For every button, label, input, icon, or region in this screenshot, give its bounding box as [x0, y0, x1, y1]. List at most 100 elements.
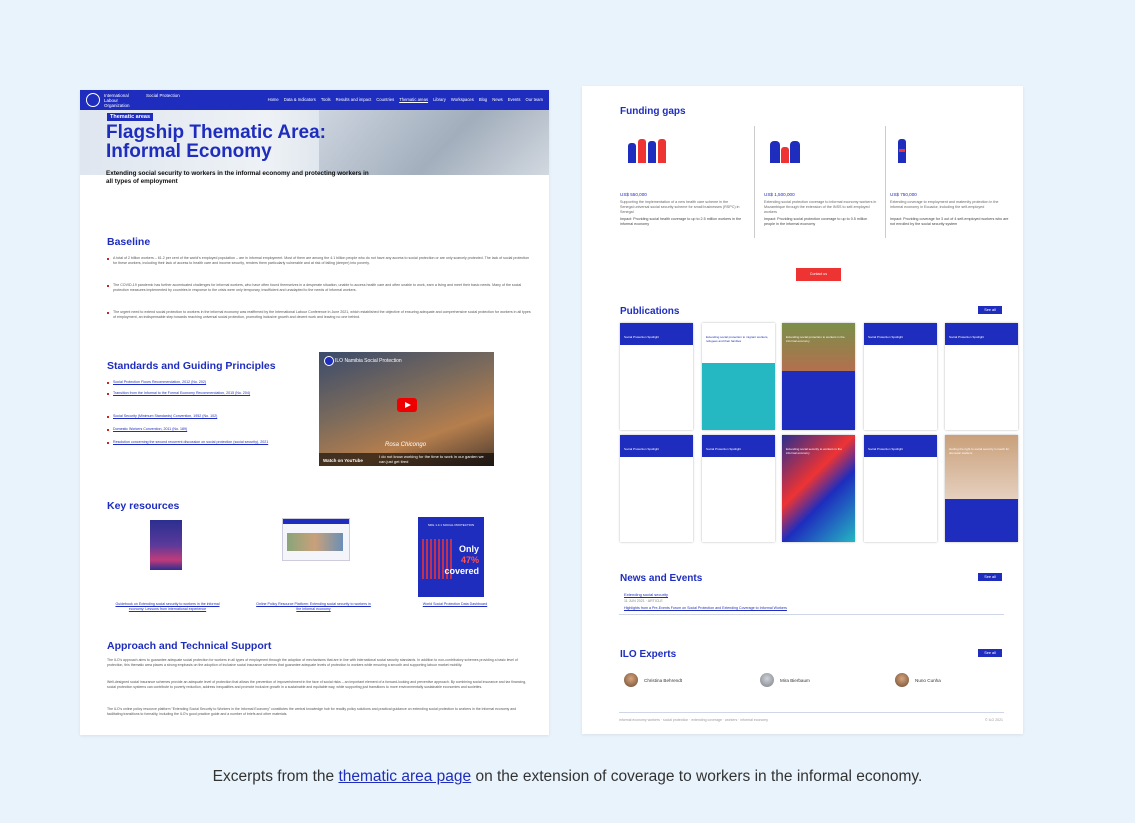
publication-title: Social Protection Spotlight [949, 335, 985, 339]
news-item-title[interactable]: Extending social security [624, 592, 668, 597]
expert-name[interactable]: Mira Bierbaum [780, 678, 810, 683]
nav-item-news[interactable]: News [492, 97, 502, 102]
caption-text: on the extension of coverage to workers … [471, 768, 923, 785]
standard-link[interactable]: Domestic Workers Convention, 2011 (No. 1… [107, 427, 283, 432]
funding-impact: Impact: Providing social protection cove… [764, 217, 868, 226]
funding-amount: US$ 550,000 [620, 192, 647, 197]
nav-item-thematic[interactable]: Thematic areas [399, 97, 428, 102]
expert-card[interactable]: Mira Bierbaum [760, 673, 810, 687]
news-item-meta: 11 JUN 2021 · ARTICLE [624, 599, 663, 603]
standard-link[interactable]: Resolution concerning the second recurre… [107, 440, 283, 445]
nav-item-team[interactable]: Our team [526, 97, 543, 102]
nav-item-events[interactable]: Events [508, 97, 521, 102]
publication-title: Social Protection Spotlight [868, 335, 904, 339]
footer-tags: informal economy workers · social protec… [619, 718, 769, 722]
key-resources-heading: Key resources [107, 500, 180, 512]
nav-item-tools[interactable]: Tools [321, 97, 331, 102]
expert-name[interactable]: Nuno Cunha [915, 678, 941, 683]
footer-copyright: © ILO 2021 [985, 718, 1003, 722]
expert-name[interactable]: Christina Behrendt [644, 678, 682, 683]
avatar [760, 673, 774, 687]
avatar [895, 673, 909, 687]
publication-cover[interactable]: Social Protection Spotlight [945, 323, 1018, 430]
publication-title: Extending social protection to workers i… [786, 335, 845, 343]
nav-item-blog[interactable]: Blog [479, 97, 487, 102]
funding-amount: US$ 1,500,000 [764, 192, 795, 197]
video-person-name: Rosa Chicongo [385, 442, 427, 448]
funding-amount: US$ 750,000 [890, 192, 917, 197]
cover-only: Only [458, 544, 479, 554]
divider [619, 712, 1004, 713]
publication-cover[interactable]: Extending social protection to workers i… [782, 323, 855, 430]
nav-item-data[interactable]: Data & Indicators [284, 97, 316, 102]
publication-title: Social Protection Spotlight [706, 447, 742, 451]
avatar [624, 673, 638, 687]
publication-title: Social Protection Spotlight [624, 335, 660, 339]
org-name: International Labour Organization [104, 93, 130, 108]
play-icon[interactable] [397, 398, 417, 412]
standard-link[interactable]: Social Protection Floors Recommendation,… [107, 380, 283, 385]
publication-title: Extending social protection to migrant w… [706, 335, 769, 343]
platform-link[interactable]: Online Policy Resource Platform: Extendi… [256, 602, 371, 612]
publication-cover[interactable]: Social Protection Spotlight [620, 323, 693, 430]
guidebook-cover[interactable] [150, 520, 182, 570]
expert-card[interactable]: Christina Behrendt [624, 673, 682, 687]
experts-see-all-button[interactable]: See all [978, 649, 1002, 657]
funding-item [764, 129, 884, 167]
publication-cover[interactable]: Social Protection Spotlight [620, 435, 693, 542]
publication-cover[interactable]: Extending social security to workers in … [782, 435, 855, 542]
breadcrumb-tag[interactable]: Thematic areas [107, 113, 154, 121]
cover-percent: 47% [460, 555, 479, 565]
publication-cover[interactable]: Extending social protection to migrant w… [702, 323, 775, 430]
standard-link[interactable]: Social Security (Minimum Standards) Conv… [107, 414, 283, 419]
dashboard-cover[interactable]: SDG 1.3.1 SOCIAL PROTECTION Only 47% cov… [418, 517, 484, 597]
channel-logo-icon [324, 356, 334, 366]
publication-cover[interactable]: Getting the right to social security in … [945, 435, 1018, 542]
publication-cover[interactable]: Social Protection Spotlight [864, 323, 937, 430]
baseline-bullet: The urgent need to extend social protect… [107, 310, 533, 320]
news-item-link[interactable]: Highlights from a Pre-Events Forum on So… [624, 606, 787, 610]
ilo-logo-icon[interactable] [86, 93, 100, 107]
publication-cover[interactable]: Social Protection Spotlight [864, 435, 937, 542]
publication-title: Social Protection Spotlight [624, 447, 660, 451]
page-subtitle: Extending social security to workers in … [106, 170, 369, 185]
divider [754, 126, 755, 238]
video-subtitle: I do not know working for the time to wo… [379, 454, 484, 464]
people-group-icon [620, 129, 740, 167]
dept-name: Social Protection [146, 93, 180, 98]
standard-link[interactable]: Transition from the Informal to the Form… [107, 391, 283, 396]
approach-paragraph: The ILO's online policy resource platfor… [107, 707, 517, 716]
right-screenshot: Funding gaps US$ 550,000 Supporting the … [582, 86, 1023, 734]
funding-impact: Impact: Providing social health coverage… [620, 217, 742, 226]
nav-item-countries[interactable]: Countries [376, 97, 394, 102]
approach-heading: Approach and Technical Support [107, 640, 272, 652]
nav-item-workspaces[interactable]: Workspaces [451, 97, 474, 102]
person-icon [890, 129, 1010, 167]
publications-see-all-button[interactable]: See all [978, 306, 1002, 314]
news-heading: News and Events [620, 573, 703, 584]
dashboard-link[interactable]: World Social Protection Data Dashboard [400, 602, 510, 607]
page-title: Flagship Thematic Area: Informal Economy [106, 122, 326, 162]
publication-cover[interactable]: Social Protection Spotlight [702, 435, 775, 542]
family-icon [764, 129, 884, 167]
divider [619, 614, 1004, 615]
baseline-bullet: A total of 2 billion workers – 61.2 per … [107, 256, 533, 266]
expert-card[interactable]: Nuno Cunha [895, 673, 941, 687]
standards-heading: Standards and Guiding Principles [107, 360, 276, 372]
nav-item-home[interactable]: Home [268, 97, 279, 102]
contact-us-button[interactable]: Contact us [796, 268, 841, 281]
thematic-area-page-link[interactable]: thematic area page [338, 768, 471, 785]
approach-paragraph: Well-designed social insurance schemes p… [107, 680, 527, 689]
video-embed[interactable]: ILO Namibia Social Protection Rosa Chico… [319, 352, 494, 466]
video-title[interactable]: ILO Namibia Social Protection [335, 358, 402, 364]
nav-item-results[interactable]: Results and impact [336, 97, 372, 102]
dashboard-cover-header: SDG 1.3.1 SOCIAL PROTECTION [427, 523, 475, 527]
platform-screenshot[interactable] [282, 518, 350, 561]
guidebook-link[interactable]: Guidebook on Extending social security t… [110, 602, 225, 612]
left-screenshot: International Labour Organization Social… [80, 90, 549, 735]
nav-item-library[interactable]: Library [433, 97, 446, 102]
watch-on-youtube-button[interactable]: Watch on YouTube [323, 458, 363, 463]
caption-text: Excerpts from the [212, 768, 339, 785]
baseline-bullet: The COVID-19 pandemic has further accent… [107, 283, 533, 293]
news-see-all-button[interactable]: See all [978, 573, 1002, 581]
